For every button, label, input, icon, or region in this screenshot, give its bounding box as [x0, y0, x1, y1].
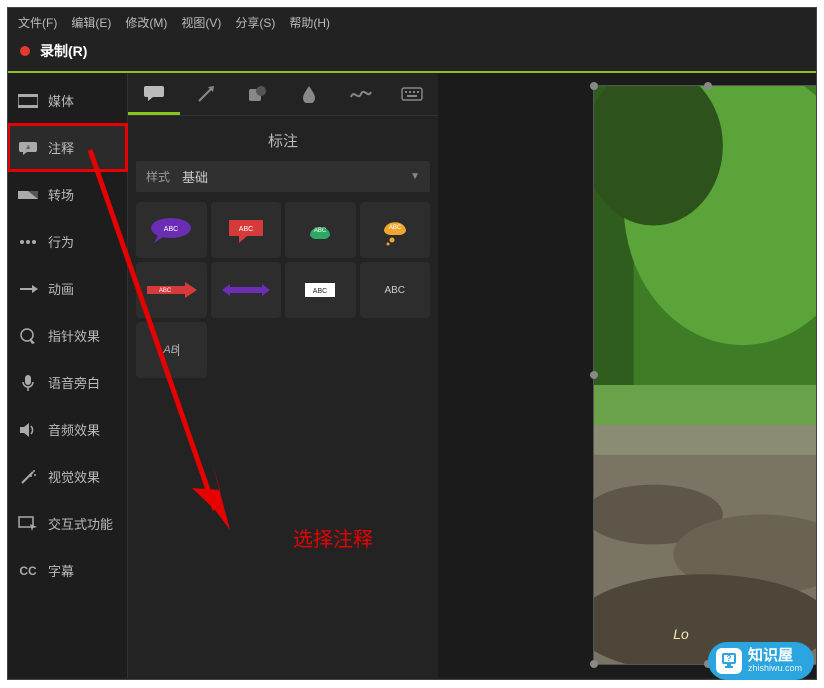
svg-text:?: ?: [727, 654, 732, 663]
svg-text:ABC: ABC: [314, 228, 327, 234]
sidebar-item-label: 指针效果: [48, 326, 100, 345]
record-label: 录制(R): [40, 41, 87, 61]
svg-text:ABC: ABC: [389, 225, 402, 231]
sidebar-item-transitions[interactable]: 转场: [8, 171, 127, 218]
style-label: 样式: [146, 168, 170, 185]
callout-thumb[interactable]: [211, 262, 282, 318]
sidebar-item-captions[interactable]: CC 字幕: [8, 547, 127, 594]
media-icon: [18, 93, 38, 109]
watermark-badge: ? 知识屋 zhishiwu.com: [708, 642, 814, 680]
watermark-sub: zhishiwu.com: [748, 664, 802, 674]
callout-thumb[interactable]: ABC: [136, 262, 207, 318]
sidebar-item-cursor-effects[interactable]: 指针效果: [8, 312, 127, 359]
sidebar-item-media[interactable]: 媒体: [8, 77, 127, 124]
menubar: 文件(F) 编辑(E) 修改(M) 视图(V) 分享(S) 帮助(H): [8, 8, 816, 37]
tab-blur[interactable]: [283, 73, 335, 115]
resize-handle[interactable]: [704, 82, 712, 90]
annotation-panel: 标注 样式 基础 ▼ ABC ABC ABC: [128, 73, 438, 678]
transition-icon: [18, 187, 38, 203]
menu-edit[interactable]: 编辑(E): [71, 14, 111, 31]
tool-tabs: [128, 73, 438, 116]
tab-keyboard[interactable]: [386, 73, 438, 115]
annotation-icon: a: [18, 140, 38, 156]
tab-shape[interactable]: [231, 73, 283, 115]
sidebar-item-annotations[interactable]: a 注释: [8, 124, 127, 171]
preview-area: Lo: [438, 73, 816, 678]
menu-view[interactable]: 视图(V): [181, 14, 221, 31]
svg-text:Lo: Lo: [673, 626, 689, 642]
sidebar-item-label: 行为: [48, 232, 74, 251]
sidebar-item-voice[interactable]: 语音旁白: [8, 359, 127, 406]
callout-thumb[interactable]: ABC: [211, 202, 282, 258]
sidebar-item-behaviors[interactable]: 行为: [8, 218, 127, 265]
mic-icon: [18, 375, 38, 391]
sidebar-item-audio-effects[interactable]: 音频效果: [8, 406, 127, 453]
animation-icon: [18, 281, 38, 297]
annotation-overlay-text: 选择注释: [293, 523, 373, 552]
resize-handle[interactable]: [590, 371, 598, 379]
callout-thumb[interactable]: ABC: [136, 202, 207, 258]
cc-icon: CC: [18, 563, 38, 579]
sidebar-item-label: 语音旁白: [48, 373, 100, 392]
interactive-icon: [18, 516, 38, 532]
sidebar-item-label: 交互式功能: [48, 514, 113, 533]
style-dropdown[interactable]: 样式 基础 ▼: [136, 161, 430, 192]
sidebar-item-label: 动画: [48, 279, 74, 298]
style-value: 基础: [170, 167, 410, 186]
menu-modify[interactable]: 修改(M): [125, 14, 167, 31]
sidebar-item-interactive[interactable]: 交互式功能: [8, 500, 127, 547]
watermark-title: 知识屋: [748, 648, 802, 665]
cursor-icon: [18, 328, 38, 344]
menu-file[interactable]: 文件(F): [18, 14, 57, 31]
canvas-clip[interactable]: Lo: [593, 85, 817, 665]
record-bar[interactable]: 录制(R): [8, 37, 816, 71]
svg-text:ABC: ABC: [159, 288, 172, 294]
resize-handle[interactable]: [590, 82, 598, 90]
menu-share[interactable]: 分享(S): [235, 14, 275, 31]
callout-thumb[interactable]: ABC: [285, 262, 356, 318]
record-icon: [18, 44, 32, 58]
sidebar-item-label: 字幕: [48, 561, 74, 580]
callout-label: ABC: [384, 285, 405, 296]
sidebar-item-label: 转场: [48, 185, 74, 204]
watermark-icon: ?: [716, 648, 742, 674]
tab-callout[interactable]: [128, 73, 180, 115]
callout-thumb[interactable]: ABC: [360, 262, 431, 318]
chevron-down-icon: ▼: [410, 171, 420, 182]
callout-thumbnails: ABC ABC ABC ABC ABC: [128, 192, 438, 388]
speaker-icon: [18, 422, 38, 438]
svg-text:ABC: ABC: [313, 288, 327, 295]
sidebar-item-visual-effects[interactable]: 视觉效果: [8, 453, 127, 500]
svg-text:ABC: ABC: [239, 226, 253, 233]
behavior-icon: [18, 234, 38, 250]
tab-arrow[interactable]: [180, 73, 232, 115]
sidebar: 媒体 a 注释 转场 行: [8, 73, 128, 678]
menu-help[interactable]: 帮助(H): [289, 14, 330, 31]
sidebar-item-animations[interactable]: 动画: [8, 265, 127, 312]
sidebar-item-label: 视觉效果: [48, 467, 100, 486]
sidebar-item-label: 媒体: [48, 91, 74, 110]
panel-title: 标注: [128, 116, 438, 161]
resize-handle[interactable]: [590, 660, 598, 668]
callout-thumb[interactable]: ABC: [285, 202, 356, 258]
sidebar-item-label: 音频效果: [48, 420, 100, 439]
callout-thumb[interactable]: ABC: [360, 202, 431, 258]
tab-sketch[interactable]: [335, 73, 387, 115]
wand-icon: [18, 469, 38, 485]
svg-text:ABC: ABC: [164, 226, 178, 233]
sidebar-item-label: 注释: [48, 138, 74, 157]
callout-thumb[interactable]: AB: [136, 322, 207, 378]
